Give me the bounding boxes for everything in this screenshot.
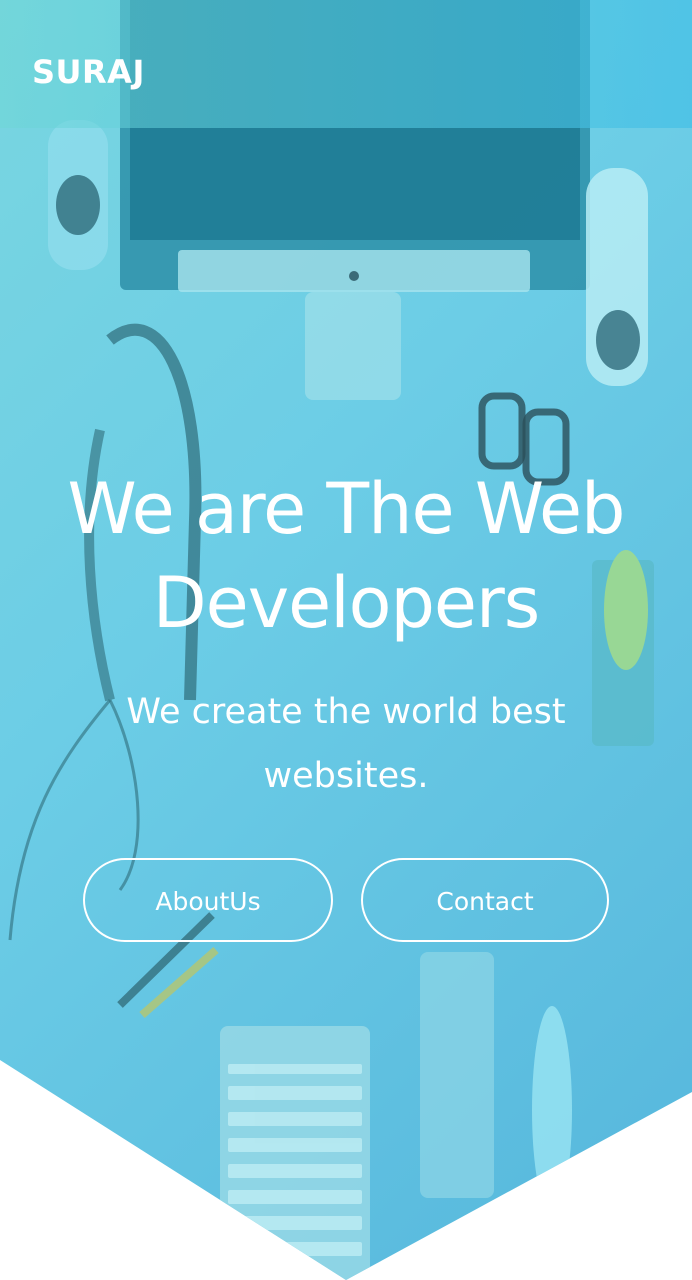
page: SURAJ We are The Web Developers We creat… [0, 0, 692, 1280]
about-us-button[interactable]: AboutUs [83, 858, 333, 942]
navbar: SURAJ [0, 0, 692, 128]
brand-logo[interactable]: SURAJ [32, 52, 145, 92]
hero-tagline-line-2: websites. [263, 756, 429, 796]
hero-tagline-line-1: We create the world best [126, 692, 566, 732]
contact-button[interactable]: Contact [361, 858, 609, 942]
hero-tagline: We create the world best websites. [80, 680, 612, 808]
hero-headline-line-2: Developers [152, 562, 540, 644]
hero-headline-line-1: We are The Web [67, 468, 626, 550]
hero-headline: We are The Web Developers [0, 462, 692, 650]
